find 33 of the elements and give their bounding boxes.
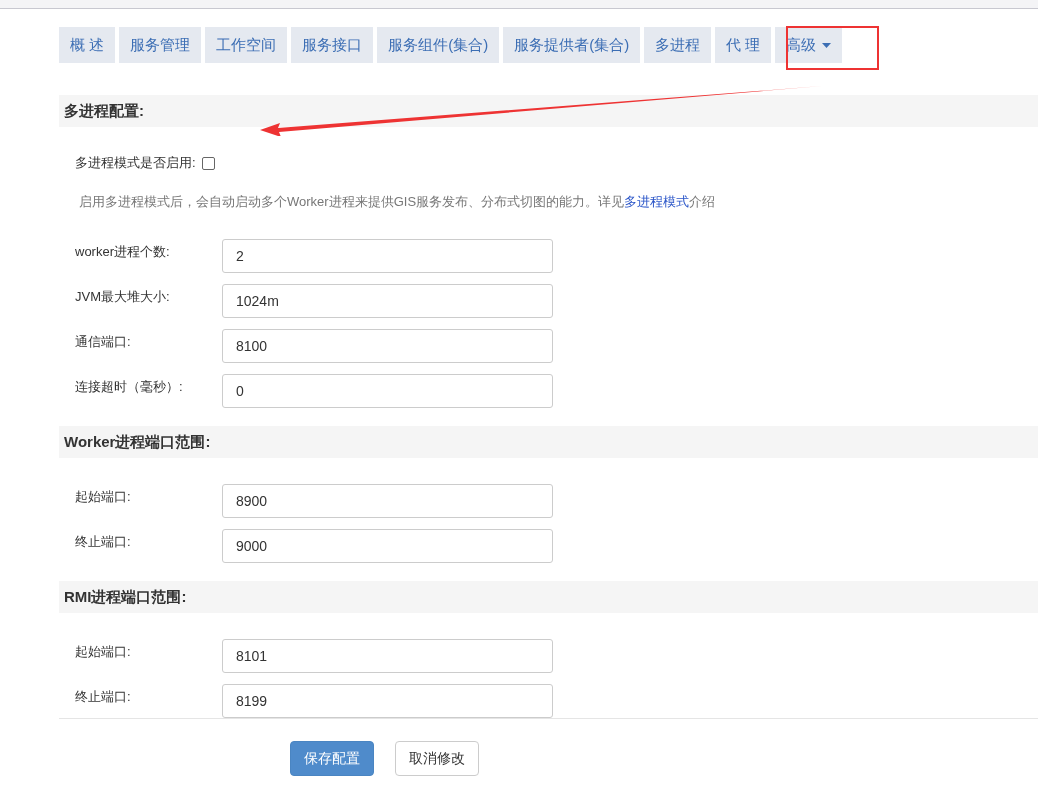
tab[interactable]: 概 述: [59, 27, 116, 63]
tab[interactable]: 代 理: [715, 27, 772, 63]
tab[interactable]: 服务组件(集合): [377, 27, 500, 63]
tab[interactable]: 服务接口: [291, 27, 374, 63]
field-label: 终止端口:: [75, 533, 132, 552]
field-label: JVM最大堆大小:: [75, 288, 171, 307]
field-label: worker进程个数:: [75, 243, 171, 262]
input-field[interactable]: 8100: [222, 329, 553, 363]
tab[interactable]: 多进程: [644, 27, 712, 63]
tab[interactable]: 服务管理: [119, 27, 202, 63]
field-label: 多进程模式是否启用:: [75, 154, 196, 173]
field-label: 起始端口:: [75, 488, 132, 507]
field-label: 终止端口:: [75, 688, 132, 707]
save-button[interactable]: 保存配置: [290, 741, 374, 776]
input-field[interactable]: 9000: [222, 529, 553, 563]
description: 启用多进程模式后，会自动启动多个Worker进程来提供GIS服务发布、分布式切图的能力。详见多进程模式介绍: [78, 193, 717, 212]
input-field[interactable]: 8101: [222, 639, 553, 673]
field-label: 起始端口:: [75, 643, 132, 662]
input-field[interactable]: 8900: [222, 484, 553, 518]
checkbox[interactable]: [201, 156, 215, 170]
section-header: 多进程配置:: [59, 95, 1038, 127]
section-header: Worker进程端口范围:: [59, 426, 1038, 458]
field-label: 通信端口:: [75, 333, 132, 352]
tab[interactable]: 服务提供者(集合): [503, 27, 641, 63]
section-header: RMI进程端口范围:: [59, 581, 1038, 613]
input-field[interactable]: 0: [222, 374, 553, 408]
input-field[interactable]: 1024m: [222, 284, 553, 318]
doc-link[interactable]: 多进程模式: [624, 194, 690, 210]
input-field[interactable]: 8199: [222, 684, 553, 718]
input-field[interactable]: 2: [222, 239, 553, 273]
field-label: 连接超时（毫秒）:: [75, 378, 184, 397]
cancel-button[interactable]: 取消修改: [395, 741, 479, 776]
tab[interactable]: 工作空间: [205, 27, 288, 63]
